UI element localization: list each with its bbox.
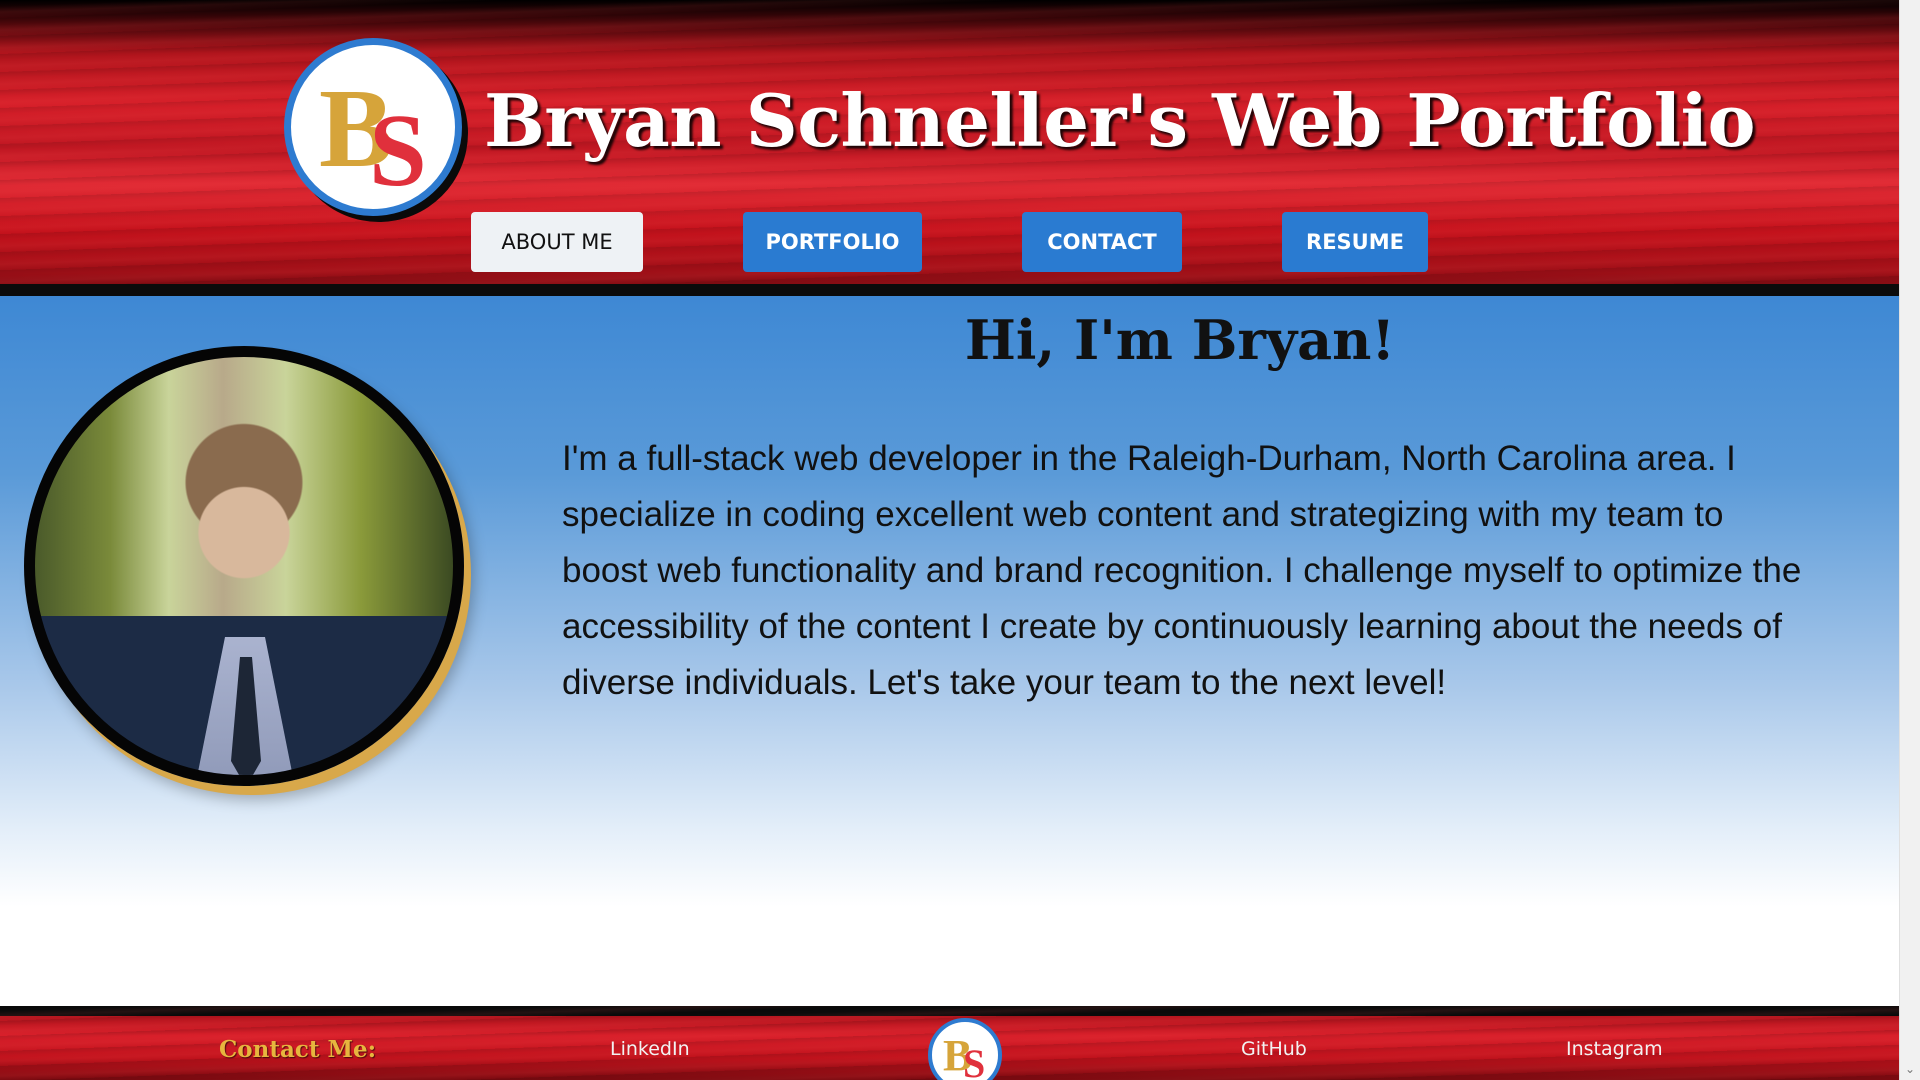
site-header: B S Bryan Schneller's Web Portfolio ABOU…: [0, 0, 1899, 296]
profile-photo: [24, 346, 464, 786]
nav-contact-button[interactable]: CONTACT: [1022, 212, 1182, 272]
page: B S Bryan Schneller's Web Portfolio ABOU…: [0, 0, 1899, 1080]
header-divider: [0, 284, 1899, 296]
nav-resume-button[interactable]: RESUME: [1282, 212, 1428, 272]
scroll-down-icon[interactable]: ⌄: [1905, 1062, 1915, 1076]
logo-letter-s: S: [369, 93, 427, 208]
bs-logo[interactable]: B S: [284, 38, 462, 216]
site-title: Bryan Schneller's Web Portfolio: [484, 78, 1755, 163]
footer-github-link[interactable]: GitHub: [1241, 1038, 1307, 1060]
greeting-heading: Hi, I'm Bryan!: [964, 308, 1396, 372]
nav-portfolio-button[interactable]: PORTFOLIO: [743, 212, 922, 272]
page-scrollbar[interactable]: ⌄: [1899, 0, 1920, 1080]
footer-instagram-link[interactable]: Instagram: [1566, 1038, 1663, 1060]
footer-linkedin-link[interactable]: LinkedIn: [610, 1038, 690, 1060]
footer-logo-letter-s: S: [963, 1041, 986, 1080]
nav-about-button[interactable]: ABOUT ME: [471, 212, 643, 272]
footer-contact-label: Contact Me:: [219, 1036, 377, 1063]
site-footer: Contact Me: LinkedIn B S GitHub Instagra…: [0, 1006, 1899, 1080]
footer-logo[interactable]: B S: [928, 1018, 1002, 1080]
intro-paragraph: I'm a full-stack web developer in the Ra…: [562, 439, 1802, 702]
